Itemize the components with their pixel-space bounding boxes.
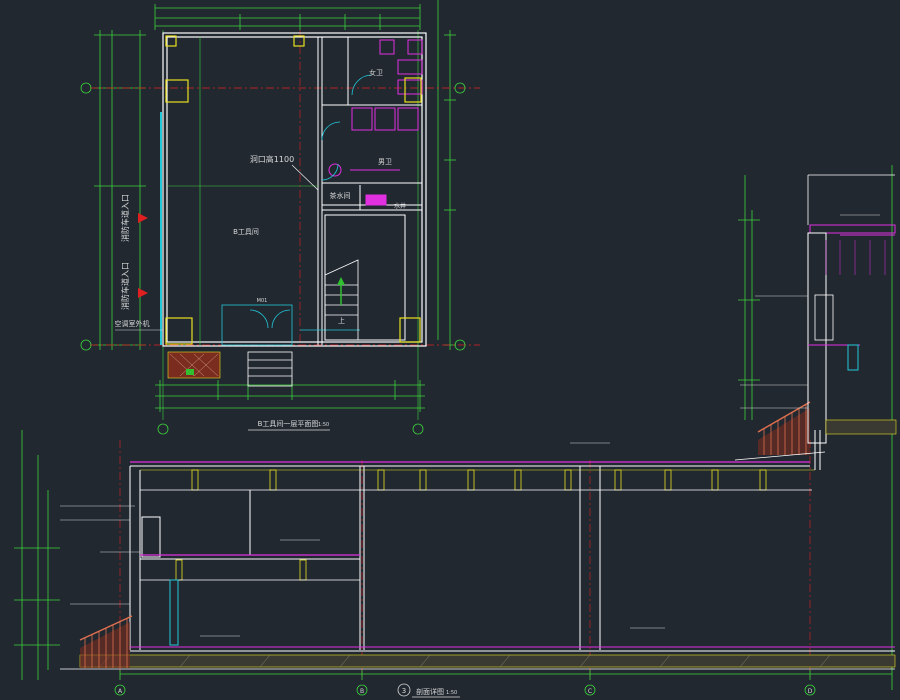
plan-title: B工具间一层平面图 [258,420,319,428]
axis-label-c: C [588,688,592,695]
room-label-hot-water: 茶水间 [330,191,351,200]
room-label-water-well: 水井 [394,202,406,210]
cad-drawing: B工具间 女卫 男卫 茶水间 水井 洞口高1100 上 M01 消防车道入口 消… [0,0,900,700]
opening-note: 洞口高1100 [250,154,294,164]
ac-unit-marker [186,369,194,375]
entrance-label-2: 消防车道入口 [120,262,130,310]
plan-scale: 1:50 [318,422,329,428]
axis-label-b: B [360,688,364,695]
entrance-label-1: 消防车道入口 [120,194,130,242]
section-scale: 1:50 [446,690,457,696]
stair-up-label: 上 [338,316,345,325]
room-label-women-wc: 女卫 [369,68,383,77]
section-number: 3 [402,687,406,695]
door-tag: M01 [257,298,268,304]
axis-label-d: D [808,688,813,695]
ac-outdoor-label: 空调室外机 [115,319,150,328]
room-label-men-wc: 男卫 [378,158,392,166]
room-label-main: B工具间 [233,228,259,236]
section-title: 剖面详图 [416,687,444,696]
